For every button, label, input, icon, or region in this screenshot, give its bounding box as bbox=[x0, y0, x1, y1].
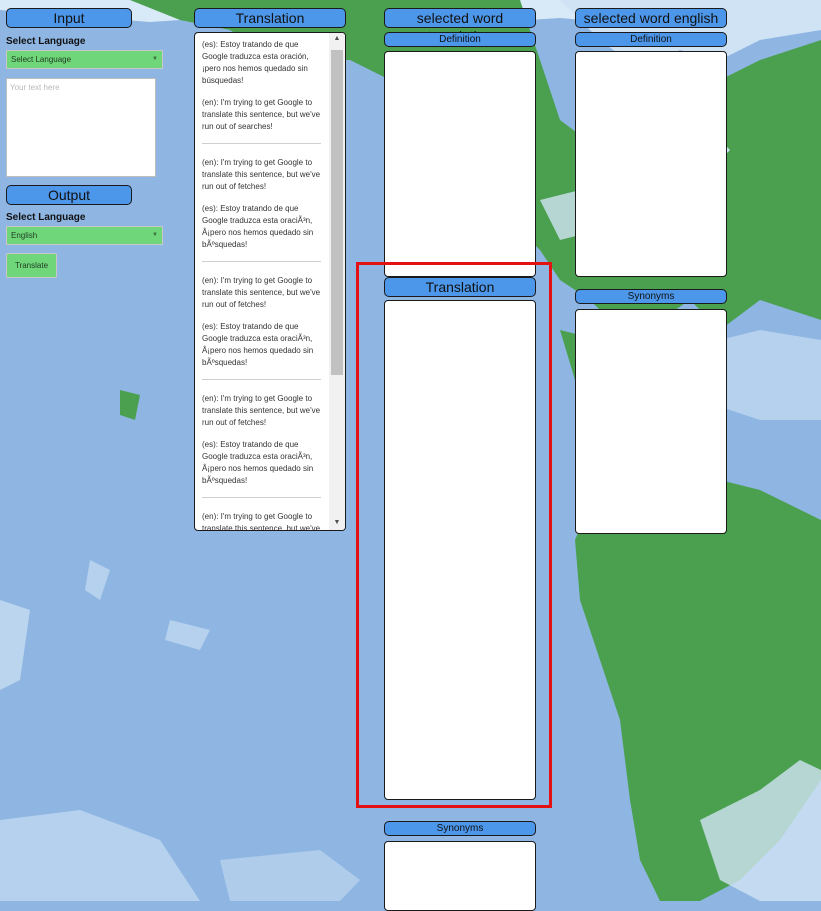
selected-word-translation-header: selected word translation bbox=[384, 8, 536, 44]
selected-word-english-header: selected word english bbox=[575, 8, 727, 28]
chevron-down-icon: ▼ bbox=[152, 232, 158, 238]
translation-history-entry: (es): Estoy tratando de que Google tradu… bbox=[202, 39, 321, 144]
english-definition-panel bbox=[575, 51, 727, 277]
translate-button[interactable]: Translate bbox=[6, 253, 57, 278]
translation-history-entry: (en): I'm trying to get Google to transl… bbox=[202, 275, 321, 380]
translation-history-line: (es): Estoy tratando de que Google tradu… bbox=[202, 440, 314, 485]
translation-history-line: (es): Estoy tratando de que Google tradu… bbox=[202, 322, 314, 367]
translation-history-entry: (en): I'm trying to get Google to transl… bbox=[202, 393, 321, 498]
input-text-placeholder: Your text here bbox=[10, 83, 60, 92]
output-language-select[interactable]: English ▼ bbox=[6, 226, 163, 245]
chevron-down-icon: ▼ bbox=[152, 56, 158, 62]
translation-definition-panel bbox=[384, 51, 536, 277]
translation-synonyms-header: Synonyms bbox=[384, 821, 536, 836]
output-language-select-value: English bbox=[11, 231, 38, 240]
output-select-language-label: Select Language bbox=[6, 212, 86, 223]
translation-history-line: (en): I'm trying to get Google to transl… bbox=[202, 512, 321, 531]
entry-divider bbox=[202, 379, 321, 380]
translation-history-line: (en): I'm trying to get Google to transl… bbox=[202, 158, 321, 191]
translation-history-entry: (en): I'm trying to get Google to transl… bbox=[202, 157, 321, 262]
scrollbar-thumb[interactable] bbox=[331, 50, 343, 375]
input-language-select-value: Select Language bbox=[11, 55, 72, 64]
scroll-down-arrow-icon[interactable]: ▼ bbox=[332, 519, 342, 526]
translation-translation-header: Translation bbox=[384, 277, 536, 297]
entry-divider bbox=[202, 261, 321, 262]
input-language-select[interactable]: Select Language ▼ bbox=[6, 50, 163, 69]
translation-definition-header: Definition bbox=[384, 32, 536, 47]
translation-history-line: (en): I'm trying to get Google to transl… bbox=[202, 394, 321, 427]
output-header: Output bbox=[6, 185, 132, 205]
scroll-up-arrow-icon[interactable]: ▲ bbox=[332, 35, 342, 42]
input-header: Input bbox=[6, 8, 132, 28]
english-synonyms-header: Synonyms bbox=[575, 289, 727, 304]
translation-history-content: (es): Estoy tratando de que Google tradu… bbox=[202, 39, 321, 531]
translation-translation-panel bbox=[384, 300, 536, 800]
translation-history-line: (es): Estoy tratando de que Google tradu… bbox=[202, 40, 309, 85]
translation-history-entry: (en): I'm trying to get Google to transl… bbox=[202, 511, 321, 531]
translation-history-line: (en): I'm trying to get Google to transl… bbox=[202, 98, 321, 131]
english-synonyms-panel bbox=[575, 309, 727, 534]
input-text-area[interactable]: Your text here bbox=[6, 78, 156, 177]
input-select-language-label: Select Language bbox=[6, 36, 86, 47]
entry-divider bbox=[202, 143, 321, 144]
translation-history-list[interactable]: (es): Estoy tratando de que Google tradu… bbox=[194, 32, 346, 531]
entry-divider bbox=[202, 497, 321, 498]
translation-history-header: Translation bbox=[194, 8, 346, 28]
english-definition-header: Definition bbox=[575, 32, 727, 47]
translation-history-line: (es): Estoy tratando de que Google tradu… bbox=[202, 204, 314, 249]
translation-history-line: (en): I'm trying to get Google to transl… bbox=[202, 276, 321, 309]
